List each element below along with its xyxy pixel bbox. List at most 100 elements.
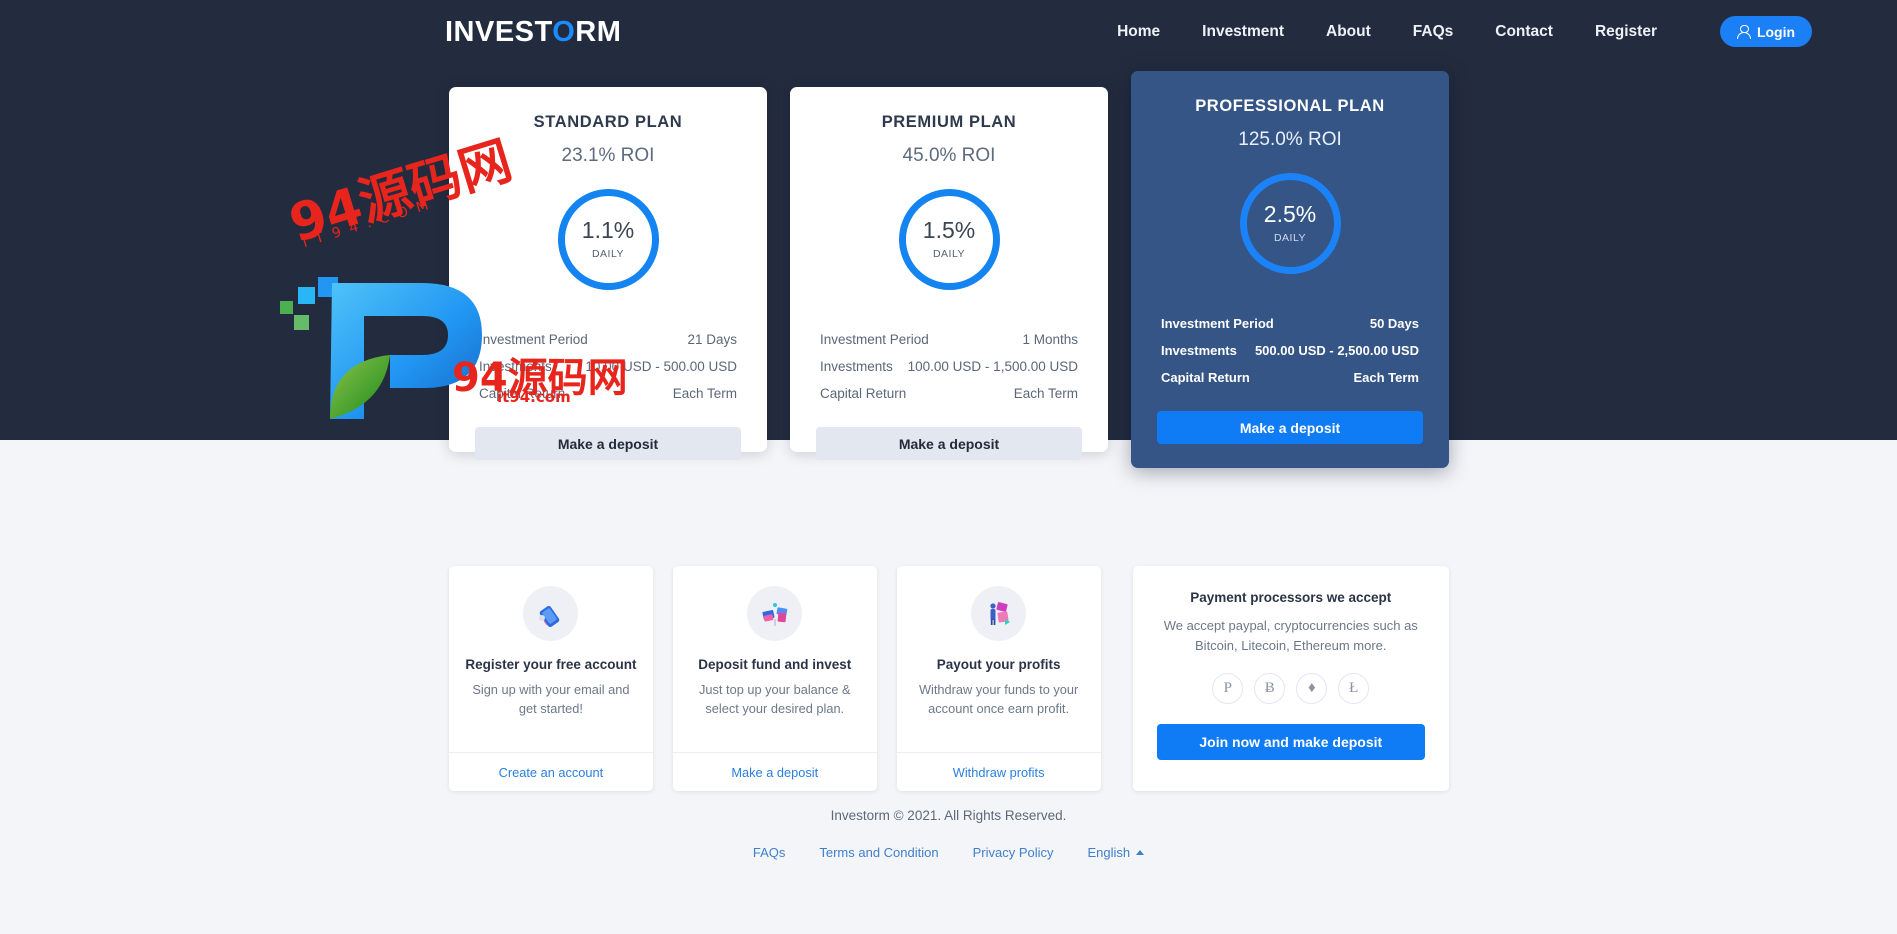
spec-row: Capital Return Each Term — [1157, 364, 1423, 391]
spec-row: Capital Return Each Term — [816, 380, 1082, 407]
logo-highlight-letter: O — [552, 16, 576, 48]
user-icon — [1737, 24, 1752, 39]
paypal-icon[interactable]: P — [1212, 673, 1244, 704]
daily-rate-unit: DAILY — [932, 248, 966, 260]
feature-card-deposit: Deposit fund and invest Just top up your… — [672, 566, 877, 791]
plan-roi: 45.0% ROI — [902, 145, 996, 166]
spec-key: Investment Period — [1161, 316, 1274, 331]
site-logo[interactable]: INVESTORM — [445, 16, 621, 49]
spec-row: Investments 10.00 USD - 500.00 USD — [475, 353, 741, 380]
plan-card-professional[interactable]: PROFESSIONAL PLAN 125.0% ROI 2.5% DAILY … — [1131, 71, 1449, 468]
spec-key: Capital Return — [820, 386, 907, 401]
payment-icons-row: P Ƀ ♦ Ł — [1157, 673, 1425, 704]
mobile-phone-icon — [523, 586, 579, 641]
spec-row: Investment Period 50 Days — [1157, 310, 1423, 337]
spec-row: Investments 500.00 USD - 2,500.00 USD — [1157, 337, 1423, 364]
feature-footer: Create an account — [449, 752, 653, 791]
spec-key: Capital Return — [479, 386, 566, 401]
feature-card-payout: Payout your profits Withdraw your funds … — [896, 566, 1101, 791]
make-deposit-link[interactable]: Make a deposit — [731, 765, 818, 780]
feature-title: Register your free account — [465, 657, 637, 672]
feature-body: Payout your profits Withdraw your funds … — [897, 566, 1101, 752]
spec-row: Capital Return Each Term — [475, 380, 741, 407]
spec-row: Investment Period 21 Days — [475, 326, 741, 353]
logo-text-after: RM — [575, 16, 622, 48]
plan-title: PROFESSIONAL PLAN — [1195, 97, 1385, 115]
feature-footer: Make a deposit — [672, 752, 877, 791]
feature-description: Withdraw your funds to your account once… — [918, 682, 1079, 716]
footer-link-privacy[interactable]: Privacy Policy — [973, 845, 1054, 860]
language-label: English — [1087, 845, 1131, 860]
withdraw-profits-link[interactable]: Withdraw profits — [953, 765, 1045, 780]
top-navigation-bar: INVESTORM Home Investment About FAQs Con… — [0, 0, 1897, 70]
footer-link-terms[interactable]: Terms and Condition — [819, 845, 938, 860]
language-selector[interactable]: English — [1088, 845, 1145, 860]
nav-item-register[interactable]: Register — [1595, 23, 1657, 41]
spec-row: Investment Period 1 Months — [816, 326, 1082, 353]
plan-title: PREMIUM PLAN — [881, 113, 1017, 131]
nav-item-faqs[interactable]: FAQs — [1413, 23, 1453, 41]
spec-key: Investments — [479, 359, 552, 374]
page-footer: Investorm © 2021. All Rights Reserved. F… — [0, 808, 1897, 860]
deposit-cards-icon — [747, 586, 803, 641]
daily-rate-value: 1.1% — [581, 217, 635, 243]
footer-links: FAQs Terms and Condition Privacy Policy … — [0, 845, 1897, 860]
feature-description: Just top up your balance & select your d… — [699, 682, 851, 716]
login-button[interactable]: Login — [1720, 16, 1812, 47]
chevron-up-icon — [1136, 850, 1145, 855]
payment-processors-title: Payment processors we accept — [1190, 590, 1392, 605]
features-row: Register your free account Sign up with … — [449, 566, 1449, 791]
daily-rate-gauge: 1.5% DAILY — [898, 189, 1000, 290]
bitcoin-icon[interactable]: Ƀ — [1254, 673, 1286, 704]
spec-key: Investment Period — [820, 332, 929, 347]
payment-processors-description: We accept paypal, cryptocurrencies such … — [1163, 618, 1418, 653]
payout-person-icon — [971, 586, 1027, 641]
ethereum-icon[interactable]: ♦ — [1296, 673, 1328, 704]
spec-value: Each Term — [672, 386, 737, 401]
footer-link-faqs[interactable]: FAQs — [753, 845, 786, 860]
nav-item-about[interactable]: About — [1326, 23, 1371, 41]
plan-card-premium[interactable]: PREMIUM PLAN 45.0% ROI 1.5% DAILY Invest… — [790, 87, 1108, 460]
plan-specs: Investment Period 1 Months Investments 1… — [816, 326, 1082, 407]
make-deposit-button[interactable]: Make a deposit — [1157, 411, 1423, 444]
plan-roi: 125.0% ROI — [1238, 129, 1342, 150]
spec-key: Investments — [820, 359, 893, 374]
daily-rate-unit: DAILY — [591, 248, 625, 260]
plan-specs: Investment Period 21 Days Investments 10… — [475, 326, 741, 407]
make-deposit-button[interactable]: Make a deposit — [816, 427, 1082, 460]
page-root: INVESTORM Home Investment About FAQs Con… — [0, 0, 1897, 934]
make-deposit-button[interactable]: Make a deposit — [475, 427, 741, 460]
feature-body: Deposit fund and invest Just top up your… — [673, 566, 877, 752]
feature-footer: Withdraw profits — [896, 752, 1101, 791]
spec-value: 100.00 USD - 1,500.00 USD — [907, 359, 1078, 374]
daily-rate-value: 1.5% — [922, 217, 976, 243]
spec-value: 50 Days — [1369, 316, 1419, 331]
pricing-plans-row: STANDARD PLAN 23.1% ROI 1.1% DAILY Inves… — [449, 71, 1449, 468]
daily-rate-value: 2.5% — [1263, 201, 1317, 227]
spec-value: Each Term — [1013, 386, 1078, 401]
nav-item-contact[interactable]: Contact — [1495, 23, 1553, 41]
spec-row: Investments 100.00 USD - 1,500.00 USD — [816, 353, 1082, 380]
login-button-label: Login — [1756, 23, 1796, 40]
logo-text-before: INVEST — [445, 16, 553, 48]
feature-description: Sign up with your email and get started! — [472, 682, 630, 716]
spec-value: Each Term — [1353, 370, 1419, 385]
plan-roi: 23.1% ROI — [561, 145, 655, 166]
join-now-button[interactable]: Join now and make deposit — [1156, 724, 1425, 760]
nav-links: Home Investment About FAQs Contact Regis… — [1117, 23, 1657, 41]
plan-title: STANDARD PLAN — [533, 113, 683, 131]
create-account-link[interactable]: Create an account — [499, 765, 604, 780]
feature-card-register: Register your free account Sign up with … — [449, 566, 653, 791]
copyright-text: Investorm © 2021. All Rights Reserved. — [830, 808, 1067, 823]
payment-processors-card: Payment processors we accept We accept p… — [1132, 566, 1449, 791]
spec-value: 1 Months — [1022, 332, 1078, 347]
litecoin-icon[interactable]: Ł — [1338, 673, 1370, 704]
plan-card-standard[interactable]: STANDARD PLAN 23.1% ROI 1.1% DAILY Inves… — [449, 87, 767, 460]
daily-rate-unit: DAILY — [1273, 232, 1307, 244]
spec-value: 500.00 USD - 2,500.00 USD — [1254, 343, 1419, 358]
spec-value: 21 Days — [687, 332, 737, 347]
feature-body: Register your free account Sign up with … — [449, 566, 653, 752]
nav-item-investment[interactable]: Investment — [1202, 23, 1284, 41]
nav-item-home[interactable]: Home — [1117, 23, 1160, 41]
spec-key: Investments — [1161, 343, 1237, 358]
